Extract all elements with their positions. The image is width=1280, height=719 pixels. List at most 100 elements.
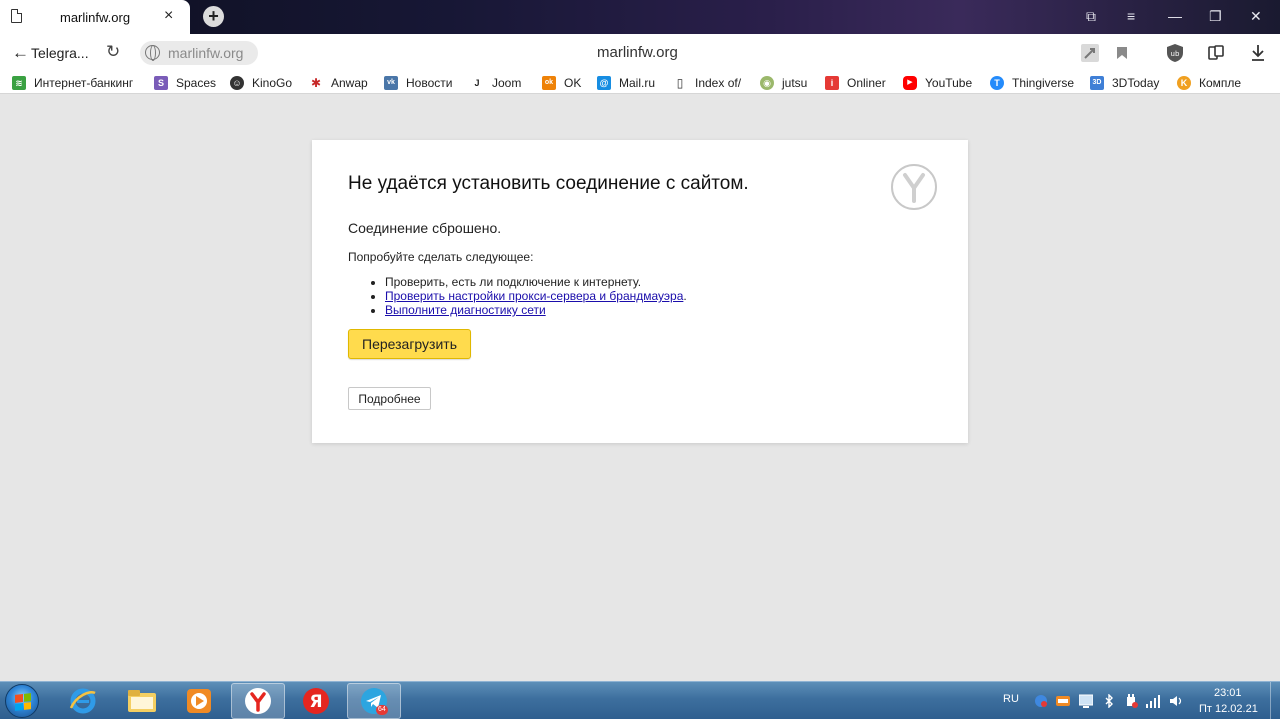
bookmark-label: Mail.ru [619, 76, 656, 90]
bookmark-label: Anwap [331, 76, 368, 90]
page-icon: ▯ [673, 76, 687, 90]
mailru-icon: @ [597, 76, 611, 90]
bookmark-youtube[interactable]: ▶ YouTube [903, 75, 972, 91]
bookmark-label: Spaces [176, 76, 217, 90]
bookmark-label: YouTube [925, 76, 973, 90]
minimize-icon[interactable]: — [1168, 8, 1182, 24]
battery-tray-icon[interactable] [1056, 694, 1070, 708]
suggestion-item: Выполните диагностику сети [385, 303, 687, 317]
language-indicator[interactable]: RU [1003, 693, 1019, 705]
spaces-icon: S [154, 76, 168, 90]
bookmark-label: Интернет-банкинг [34, 76, 134, 90]
svg-text:Я: Я [309, 692, 322, 712]
yandex-browser-button[interactable] [231, 683, 285, 719]
bookmark-mailru[interactable]: @ Mail.ru [597, 75, 655, 91]
vk-icon: vk [384, 76, 398, 90]
yandex-disk-tray-icon[interactable] [1034, 694, 1048, 708]
suggestion-text: Проверить, есть ли подключение к интерне… [385, 275, 642, 289]
ok-icon: ok [542, 76, 556, 90]
volume-tray-icon[interactable] [1169, 694, 1183, 708]
address-text[interactable]: marlinfw.org [168, 45, 243, 61]
network-diagnostics-link[interactable]: Выполните диагностику сети [385, 303, 546, 317]
media-player-icon [187, 689, 211, 713]
bookmark-label: Компле [1199, 76, 1242, 90]
suggestion-item: Проверить, есть ли подключение к интерне… [385, 275, 687, 289]
jutsu-icon: ◉ [760, 76, 774, 90]
navigation-bar: ← Telegra... ↻ marlinfw.org marlinfw.org… [0, 34, 1280, 72]
suggestion-item: Проверить настройки прокси-сервера и бра… [385, 289, 687, 303]
telegram-button[interactable]: 64 [347, 683, 401, 719]
bookmark-icon[interactable] [1112, 43, 1132, 63]
bookmark-onliner[interactable]: i Onliner [825, 75, 886, 91]
bookmark-anwap[interactable]: ✱ Anwap [309, 75, 368, 91]
suggestions-list: Проверить, есть ли подключение к интерне… [385, 275, 687, 317]
close-window-icon[interactable]: ✕ [1250, 8, 1262, 24]
bookmark-thingiverse[interactable]: T Thingiverse [990, 75, 1074, 91]
menu-icon[interactable]: ≡ [1127, 8, 1135, 24]
collections-icon[interactable] [1206, 43, 1226, 63]
bookmark-label: OK [564, 76, 582, 90]
bookmark-internet-banking[interactable]: ≋ Интернет-банкинг [12, 75, 133, 91]
globe-icon [145, 45, 160, 61]
thingiverse-icon: T [990, 76, 1004, 90]
back-button[interactable]: ← Telegra... [12, 43, 89, 63]
tabs-panel-icon[interactable]: ⧉ [1086, 8, 1096, 24]
error-card: Не удаётся установить соединение с сайто… [312, 140, 968, 443]
bookmark-jutsu[interactable]: ◉ jutsu [760, 75, 807, 91]
bluetooth-tray-icon[interactable] [1102, 693, 1116, 709]
internet-explorer-button[interactable] [56, 683, 110, 719]
bookmark-label: Новости [406, 76, 453, 90]
tab-marlinfw[interactable]: marlinfw.org × [0, 0, 190, 34]
show-desktop-button[interactable] [1270, 682, 1280, 719]
internet-explorer-icon [69, 688, 96, 714]
back-label: Telegra... [31, 45, 89, 61]
page-icon [11, 9, 22, 23]
bookmark-novosti[interactable]: vk Новости [384, 75, 452, 91]
bookmark-kinogo[interactable]: ☺ KinoGo [230, 75, 292, 91]
explorer-button[interactable] [115, 683, 169, 719]
tab-title: marlinfw.org [60, 10, 131, 25]
komple-icon: K [1177, 76, 1191, 90]
signal-tray-icon[interactable] [1146, 694, 1160, 708]
bookmark-spaces[interactable]: S Spaces [154, 75, 216, 91]
display-tray-icon[interactable] [1078, 694, 1094, 708]
bookmark-label: jutsu [782, 76, 808, 90]
bookmark-joom[interactable]: J Joom [470, 75, 521, 91]
bookmark-komple[interactable]: K Компле [1177, 75, 1241, 91]
proxy-settings-link[interactable]: Проверить настройки прокси-сервера и бра… [385, 289, 683, 303]
bookmark-3dtoday[interactable]: 3D 3DToday [1090, 75, 1159, 91]
download-icon[interactable] [1248, 43, 1268, 63]
folder-icon [128, 690, 156, 712]
bookmark-label: KinoGo [252, 76, 293, 90]
title-bar: marlinfw.org × + ⧉ ≡ — ❐ ✕ [0, 0, 1280, 34]
restore-icon[interactable]: ❐ [1209, 8, 1222, 24]
bank-icon: ≋ [12, 76, 26, 90]
ublock-icon[interactable]: ub [1165, 43, 1185, 63]
youtube-icon: ▶ [903, 76, 917, 90]
windows-logo-icon [15, 693, 31, 711]
media-player-button[interactable] [172, 683, 226, 719]
clock-time[interactable]: 23:01 [1214, 687, 1242, 699]
turbo-icon[interactable] [1080, 43, 1100, 63]
bookmark-label: Index of/ [695, 76, 742, 90]
bookmark-ok[interactable]: ok OK [542, 75, 581, 91]
tab-close-icon[interactable]: × [164, 7, 173, 25]
suggestion-suffix: . [683, 289, 687, 303]
bookmark-label: Joom [492, 76, 522, 90]
new-tab-button[interactable]: + [203, 6, 224, 27]
reload-button[interactable]: Перезагрузить [348, 329, 471, 359]
clock-date[interactable]: Пт 12.02.21 [1199, 703, 1258, 715]
telegram-badge: 64 [376, 705, 388, 715]
bookmark-index-of[interactable]: ▯ Index of/ [673, 75, 741, 91]
details-button[interactable]: Подробнее [348, 387, 431, 410]
start-button[interactable] [5, 684, 39, 718]
error-lead: Соединение сброшено. [348, 220, 502, 236]
power-plug-tray-icon[interactable] [1124, 694, 1138, 708]
kinogo-icon: ☺ [230, 76, 244, 90]
anwap-icon: ✱ [309, 76, 323, 90]
taskbar: Я 64 RU 23:01 Пт 12.02.21 [0, 681, 1280, 719]
page-title: marlinfw.org [597, 44, 678, 61]
reload-icon[interactable]: ↻ [106, 42, 120, 62]
yandex-button[interactable]: Я [289, 683, 343, 719]
joom-icon: J [470, 76, 484, 90]
